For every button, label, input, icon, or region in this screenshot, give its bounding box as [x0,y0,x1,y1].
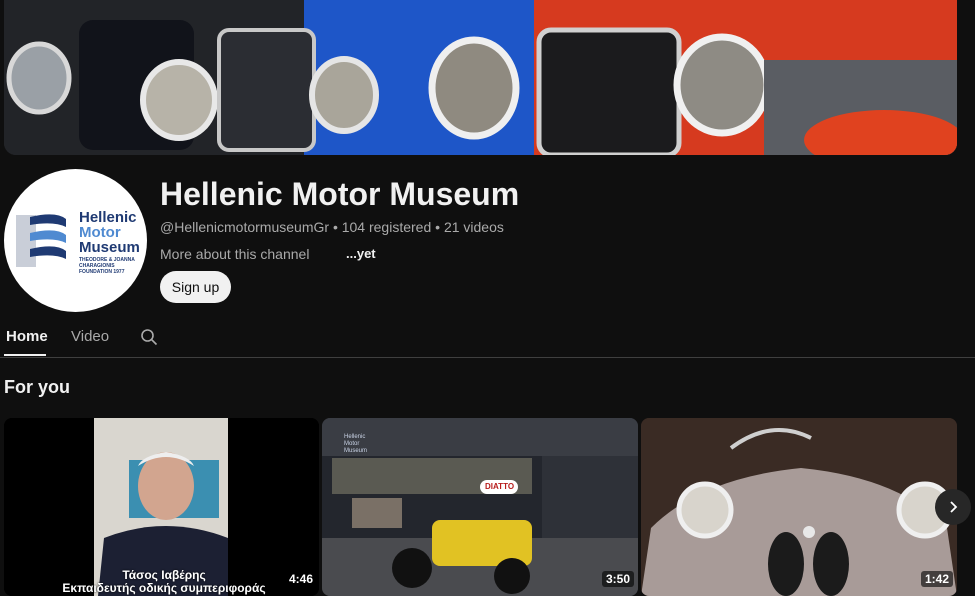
video-count: 21 videos [443,219,504,235]
chevron-right-icon [950,501,958,513]
channel-avatar[interactable]: Hellenic Motor Museum THEODORE & JOANNA … [4,169,147,312]
video-thumbnail[interactable]: Hellenic Motor Museum DIATTO 3:50 [322,418,638,596]
search-icon[interactable] [140,328,158,351]
video-thumbnail[interactable]: 1:42 [641,418,957,596]
video-caption-role: Εκπαιδευτής οδικής συμπεριφοράς [62,581,266,595]
sign-up-button[interactable]: Sign up [160,271,231,303]
subscriber-count: 104 registered [341,219,432,235]
channel-tabs: Home Video [0,320,975,358]
logo-text-hellenic: Hellenic [79,209,137,226]
video-duration: 4:46 [285,571,318,587]
video-thumbnail-image [641,418,957,596]
logo-text-museum: Museum [79,239,140,256]
museum-logo-icon [16,214,66,267]
logo-foundation-text: THEODORE & JOANNA CHARAGIONIS FOUNDATION… [79,257,135,275]
tab-home[interactable]: Home [6,328,48,345]
channel-meta: @HellenicmotormuseumGr • 104 registered … [160,219,504,235]
video-logo-text: Hellenic Motor Museum [344,434,368,454]
meta-separator: • [332,219,338,235]
logo-text-motor: Motor [79,224,121,241]
section-title: For you [4,377,70,397]
active-tab-indicator [4,354,46,356]
next-carousel-button[interactable] [935,489,971,525]
channel-name: Hellenic Motor Museum [160,176,520,212]
video-thumbnail[interactable]: Τάσος Ιαβέρης Εκπαιδευτής οδικής συμπερι… [4,418,319,596]
channel-banner [4,0,957,155]
about-channel-link[interactable]: More about this channel [160,246,309,262]
about-more-link[interactable]: ...yet [346,246,376,261]
meta-separator: • [435,219,441,235]
vintage-cars-image [4,0,957,155]
tabs-divider [0,357,975,358]
tab-video[interactable]: Video [71,328,109,345]
video-sign-text: DIATTO [485,482,515,491]
video-duration: 1:42 [921,571,954,587]
channel-handle: @HellenicmotormuseumGr [160,219,330,235]
video-duration: 3:50 [602,571,635,587]
